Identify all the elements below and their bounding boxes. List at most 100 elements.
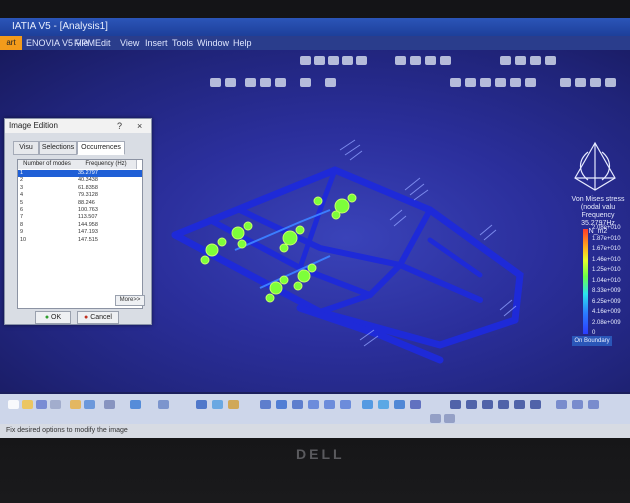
image-edition-dialog: Image Edition ? × Visu Selections Occurr… xyxy=(4,118,152,325)
pan-icon[interactable] xyxy=(292,400,303,409)
status-bar: Fix desired options to modify the image xyxy=(0,424,630,438)
menu-file[interactable]: File xyxy=(74,36,89,50)
mode-frequency: 113.507 xyxy=(78,214,98,221)
mode-number: 10 xyxy=(20,236,27,243)
fit-all-icon[interactable] xyxy=(276,400,287,409)
table-row[interactable]: 9 147.193 xyxy=(18,229,142,236)
toolbar-icon[interactable] xyxy=(196,400,207,409)
mode-number: 3 xyxy=(20,184,24,191)
color-bar-tick-label: 1.67e+010 xyxy=(592,246,621,252)
tab-occurrences[interactable]: Occurrences xyxy=(77,141,125,155)
formula-icon[interactable] xyxy=(158,400,169,409)
compass-icon[interactable] xyxy=(570,138,620,198)
toolbar-icon[interactable] xyxy=(410,400,421,409)
open-icon[interactable] xyxy=(22,400,33,409)
table-row[interactable]: 4 79.3128 xyxy=(18,192,142,199)
mode-number: 8 xyxy=(20,221,24,228)
view-cube-icon[interactable] xyxy=(362,400,373,409)
toolbar-icon[interactable] xyxy=(394,400,405,409)
stress-color-bar[interactable] xyxy=(583,229,588,334)
undo-icon[interactable] xyxy=(84,400,95,409)
rotate-icon[interactable] xyxy=(308,400,319,409)
color-bar-tick-label: 1.25e+010 xyxy=(592,267,621,273)
start-button[interactable]: art xyxy=(0,36,22,50)
table-row[interactable]: 7 113.507 xyxy=(18,214,142,221)
mode-number: 2 xyxy=(20,177,24,184)
zoom-in-icon[interactable] xyxy=(324,400,335,409)
column-header-modes[interactable]: Number of modes xyxy=(18,160,77,169)
redo-icon[interactable] xyxy=(104,400,115,409)
toolbar-icon[interactable] xyxy=(466,400,477,409)
menu-bar: art ENOVIA V5 VPM File Edit View Insert … xyxy=(0,36,630,50)
screen: IATIA V5 - [Analysis1] art ENOVIA V5 VPM… xyxy=(0,18,630,438)
cut-icon[interactable] xyxy=(70,400,81,409)
mode-frequency: 35.2797 xyxy=(78,170,98,176)
table-row[interactable]: 3 61.8358 xyxy=(18,185,142,192)
menu-view[interactable]: View xyxy=(120,36,139,50)
mode-number: 1 xyxy=(20,170,24,176)
status-message: Fix desired options to modify the image xyxy=(6,427,128,434)
color-bar-tick-label: 1.46e+010 xyxy=(592,256,621,263)
close-button[interactable]: × xyxy=(137,119,142,133)
tab-visu[interactable]: Visu xyxy=(13,141,39,155)
new-icon[interactable] xyxy=(8,400,19,409)
color-bar-tick-label: 6.25e+009 xyxy=(592,298,621,305)
mode-number: 7 xyxy=(20,214,24,221)
fly-icon[interactable] xyxy=(260,400,271,409)
color-bar-tick-label: 8.33e+009 xyxy=(592,288,621,294)
table-row[interactable]: 10 147.515 xyxy=(18,237,142,244)
toolbar-icon[interactable] xyxy=(430,414,441,423)
toolbar-icon[interactable] xyxy=(514,400,525,409)
color-bar-tick-label: 1.87e+010 xyxy=(592,235,621,242)
menu-window[interactable]: Window xyxy=(197,36,229,50)
mode-frequency: 147.515 xyxy=(78,236,98,243)
toolbar-icon[interactable] xyxy=(378,400,389,409)
toolbar-icon[interactable] xyxy=(588,400,599,409)
window-title: IATIA V5 - [Analysis1] xyxy=(12,21,108,32)
zoom-out-icon[interactable] xyxy=(340,400,351,409)
tab-selections[interactable]: Selections xyxy=(39,141,77,155)
mode-number: 6 xyxy=(20,207,24,213)
toolbar-icon[interactable] xyxy=(498,400,509,409)
mode-number: 4 xyxy=(20,192,24,199)
color-bar-tick-label: 2.08e+010 xyxy=(592,225,621,231)
column-header-frequency[interactable]: Frequency (Hz) xyxy=(76,160,137,169)
toolbar-icon[interactable] xyxy=(530,400,541,409)
ok-label: OK xyxy=(51,314,62,321)
table-row[interactable]: 5 88.246 xyxy=(18,200,142,207)
menu-insert[interactable]: Insert xyxy=(145,36,168,50)
bottom-toolbar xyxy=(0,394,630,424)
menu-edit[interactable]: Edit xyxy=(95,36,111,50)
toolbar-icon[interactable] xyxy=(556,400,567,409)
help-icon[interactable] xyxy=(130,400,141,409)
menu-tools[interactable]: Tools xyxy=(172,36,193,50)
more-button[interactable]: More>> xyxy=(115,295,145,306)
toolbar-icon[interactable] xyxy=(572,400,583,409)
help-button[interactable]: ? xyxy=(117,119,122,133)
mode-frequency: 100.763 xyxy=(78,207,98,213)
dialog-title-bar: Image Edition ? × xyxy=(5,119,151,133)
table-row[interactable]: 8 144.958 xyxy=(18,222,142,229)
toolbar-icon[interactable] xyxy=(212,400,223,409)
title-bar: IATIA V5 - [Analysis1] xyxy=(0,18,630,36)
ok-button[interactable]: ● OK xyxy=(35,311,71,324)
toolbar-icon[interactable] xyxy=(450,400,461,409)
print-icon[interactable] xyxy=(50,400,61,409)
color-bar-tick-label: 1.04e+010 xyxy=(592,277,621,284)
color-bar-tick-label: 2.08e+009 xyxy=(592,319,621,326)
cancel-button[interactable]: ● Cancel xyxy=(77,311,119,324)
mode-frequency: 79.3128 xyxy=(78,192,98,199)
menu-help[interactable]: Help xyxy=(233,36,252,50)
table-row[interactable]: 2 40.3438 xyxy=(18,177,142,184)
table-row[interactable]: 1 35.2797 xyxy=(18,170,142,178)
table-row[interactable]: 6 100.763 xyxy=(18,207,142,214)
save-icon[interactable] xyxy=(36,400,47,409)
toolbar-icon[interactable] xyxy=(444,414,455,423)
on-boundary-label[interactable]: On Boundary xyxy=(572,336,612,346)
cancel-label: Cancel xyxy=(90,314,112,321)
toolbar-icon[interactable] xyxy=(482,400,493,409)
toolbar-icon[interactable] xyxy=(228,400,239,409)
dell-logo: DELL xyxy=(296,446,345,462)
mode-frequency: 144.958 xyxy=(78,221,98,228)
dialog-title: Image Edition xyxy=(9,121,58,130)
